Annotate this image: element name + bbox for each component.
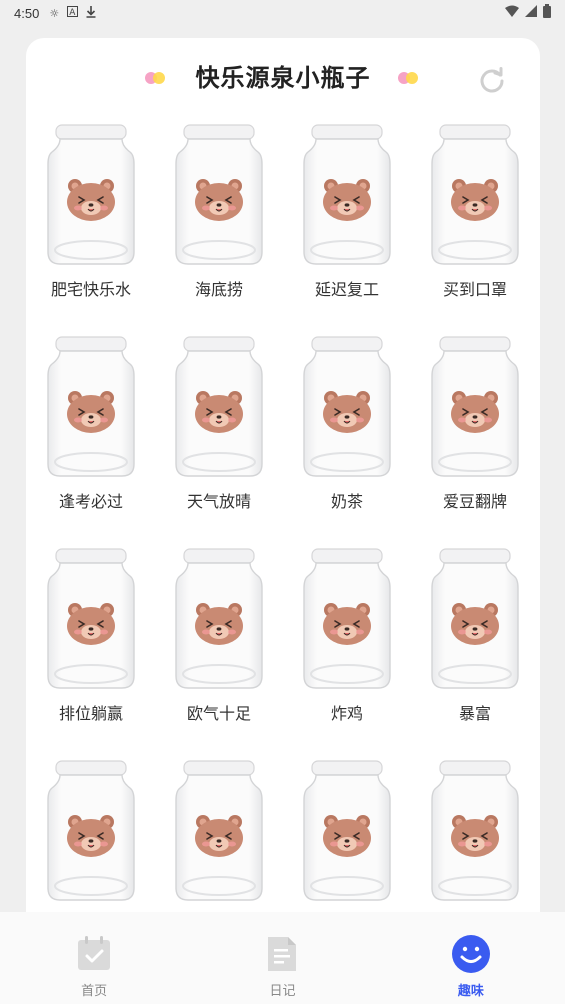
jar-item[interactable]: 海底捞 xyxy=(155,124,283,336)
jar-illustration xyxy=(303,124,391,265)
refresh-icon[interactable] xyxy=(478,66,506,94)
jar-illustration xyxy=(431,124,519,265)
jar-item[interactable]: 肥宅快乐水 xyxy=(27,124,155,336)
jar-card: 快乐源泉小瓶子 肥宅快乐水 海底捞 延迟复工 买到口罩 逢考必过 天气放晴 奶茶… xyxy=(26,38,540,938)
nav-fun[interactable]: 趣味 xyxy=(377,912,565,1004)
jar-label: 肥宅快乐水 xyxy=(50,280,131,299)
jar-label: 炸鸡 xyxy=(330,704,363,723)
status-bar: 4:50 ☼ A xyxy=(0,0,565,26)
nav-fun-label: 趣味 xyxy=(457,984,484,999)
nav-home[interactable]: 首页 xyxy=(0,912,188,1004)
nav-diary[interactable]: 日记 xyxy=(188,912,376,1004)
smile-icon xyxy=(451,934,491,974)
wifi-icon xyxy=(505,5,519,21)
jar-item[interactable]: 买到口罩 xyxy=(411,124,539,336)
signal-icon xyxy=(525,5,537,21)
jar-item[interactable]: 排位躺赢 xyxy=(27,548,155,760)
page-title: 快乐源泉小瓶子 xyxy=(195,64,371,92)
nav-home-label: 首页 xyxy=(81,984,108,999)
jar-item[interactable]: 逢考必过 xyxy=(27,336,155,548)
header: 快乐源泉小瓶子 xyxy=(26,38,540,112)
jar-item[interactable]: 爱豆翻牌 xyxy=(411,336,539,548)
jar-item[interactable]: 奶茶 xyxy=(283,336,411,548)
jar-item[interactable]: 欧气十足 xyxy=(155,548,283,760)
jar-item[interactable]: 延迟复工 xyxy=(283,124,411,336)
jar-illustration xyxy=(431,336,519,477)
jar-illustration xyxy=(47,336,135,477)
jar-label: 天气放晴 xyxy=(186,492,251,511)
jar-label: 海底捞 xyxy=(194,280,243,299)
jar-item[interactable]: 暴富 xyxy=(411,548,539,760)
jar-item[interactable]: 天气放晴 xyxy=(155,336,283,548)
jar-illustration xyxy=(175,124,263,265)
status-time: 4:50 xyxy=(14,5,40,21)
jar-illustration xyxy=(431,760,519,901)
jar-label: 逢考必过 xyxy=(58,492,123,511)
jar-illustration xyxy=(47,548,135,689)
jar-illustration xyxy=(175,336,263,477)
jar-label: 排位躺赢 xyxy=(58,704,123,723)
jar-illustration xyxy=(303,760,391,901)
jar-label: 暴富 xyxy=(458,704,491,723)
notification-icon: ☼ xyxy=(49,6,60,20)
jar-illustration xyxy=(303,548,391,689)
jar-item[interactable]: 炸鸡 xyxy=(283,548,411,760)
jar-label: 欧气十足 xyxy=(186,704,251,723)
jar-illustration xyxy=(431,548,519,689)
calendar-check-icon xyxy=(74,934,114,974)
nav-diary-label: 日记 xyxy=(269,984,296,999)
download-icon xyxy=(86,5,96,21)
a-icon: A xyxy=(67,6,79,20)
jar-illustration xyxy=(47,124,135,265)
decor-dots-right xyxy=(398,72,420,84)
svg-text:A: A xyxy=(69,8,76,17)
bottom-nav: 首页 日记 趣味 xyxy=(0,912,565,1004)
jar-illustration xyxy=(47,760,135,901)
jar-illustration xyxy=(175,548,263,689)
jar-label: 奶茶 xyxy=(330,492,363,511)
battery-icon xyxy=(543,4,551,22)
jar-illustration xyxy=(303,336,391,477)
jar-label: 买到口罩 xyxy=(442,280,507,299)
jar-label: 延迟复工 xyxy=(314,280,379,299)
jar-label: 爱豆翻牌 xyxy=(442,492,507,511)
jar-grid: 肥宅快乐水 海底捞 延迟复工 买到口罩 逢考必过 天气放晴 奶茶 爱豆翻牌 排位… xyxy=(26,124,540,972)
jar-illustration xyxy=(175,760,263,901)
document-icon xyxy=(262,934,302,974)
